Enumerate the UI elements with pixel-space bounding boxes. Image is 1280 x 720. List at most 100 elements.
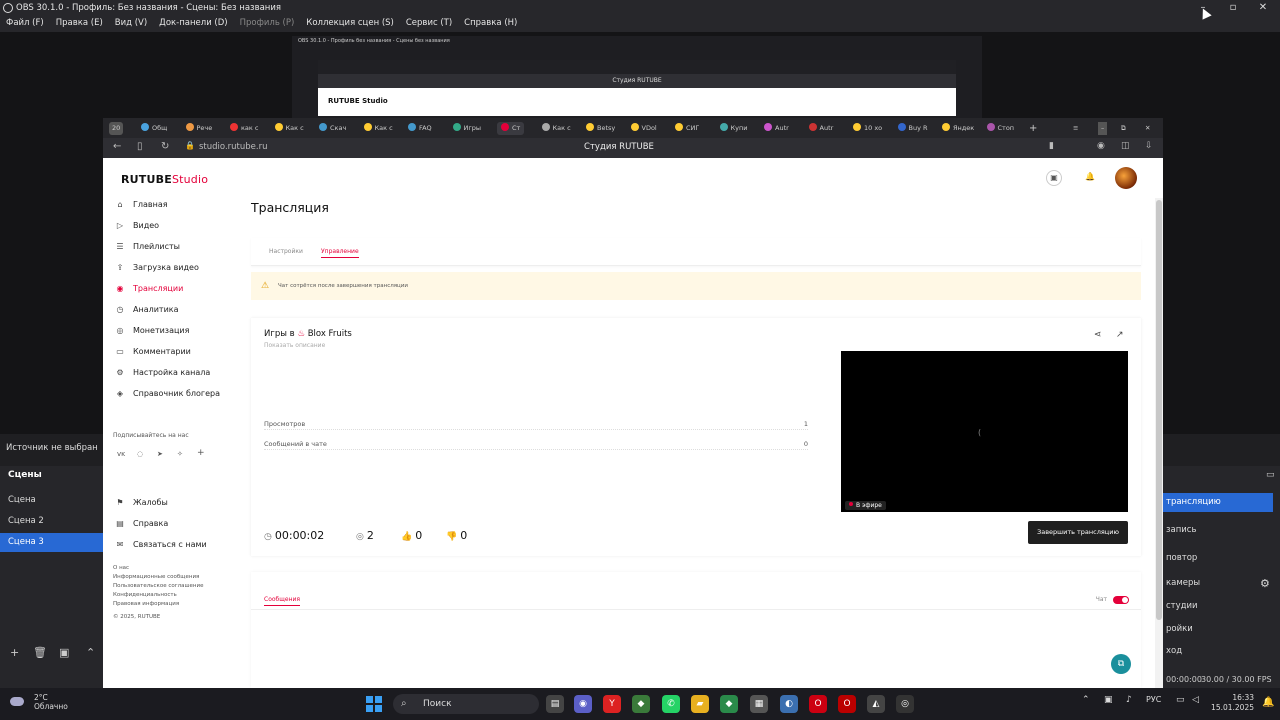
browser-tab[interactable]: Общ (141, 122, 167, 135)
browser-tab[interactable]: Яндек (942, 122, 974, 135)
menu-edit[interactable]: Правка (E) (50, 16, 109, 31)
avatar[interactable] (1115, 167, 1137, 189)
browser-tab[interactable]: Рече (185, 122, 212, 135)
sidebar-item-comments[interactable]: ▭ Комментарии (115, 345, 191, 359)
start-streaming-button[interactable]: трансляцию (1163, 493, 1273, 512)
browser-tab[interactable]: FAQ (408, 122, 432, 135)
stream-player[interactable]: ( В эфире (841, 351, 1128, 512)
tab-menu-icon[interactable]: ≡ (1073, 122, 1078, 135)
start-button[interactable] (366, 696, 382, 712)
add-scene-icon[interactable]: + (10, 646, 19, 659)
browser-app-icon[interactable]: ◐ (780, 695, 798, 713)
obs-app-icon[interactable]: ◎ (896, 695, 914, 713)
sidebar-item-complaints[interactable]: ⚑ Жалобы (115, 496, 167, 510)
network-icon[interactable]: ▭ (1176, 695, 1185, 705)
browser-tab[interactable]: Купи (719, 122, 747, 135)
sidebar-item-help[interactable]: ▤ Справка (115, 517, 168, 531)
footer-link[interactable]: Правовая информация (113, 600, 179, 609)
taskbar-search[interactable]: ⌕ Поиск (393, 694, 539, 714)
close-icon[interactable]: ✕ (1248, 0, 1278, 16)
new-tab-icon[interactable]: + (1029, 122, 1037, 135)
app-icon[interactable]: ◭ (867, 695, 885, 713)
browser-close-icon[interactable]: ✕ (1145, 122, 1150, 135)
sidebar-item-blogger-guide[interactable]: ◈ Справочник блогера (115, 387, 220, 401)
menu-help[interactable]: Справка (H) (458, 16, 523, 31)
browser-minimize-icon[interactable]: – (1098, 122, 1108, 135)
footer-link[interactable]: Конфиденциальность (113, 591, 177, 600)
bell-icon[interactable]: 🔔 (1082, 170, 1098, 186)
menu-docks[interactable]: Док-панели (D) (153, 16, 233, 31)
sidebar-item-home[interactable]: ⌂ Главная (115, 198, 167, 212)
maximize-icon[interactable]: ▫ (1218, 0, 1248, 16)
tray-chevron-icon[interactable]: ⌃ (1082, 695, 1090, 705)
teams-icon[interactable]: ◉ (574, 695, 592, 713)
download-icon[interactable]: ⇩ (1145, 141, 1153, 151)
open-external-icon[interactable]: ↗ (1116, 330, 1124, 340)
record-icon[interactable]: ▣ (1046, 170, 1062, 186)
scene-filters-icon[interactable]: ▣ (59, 646, 69, 659)
menu-view[interactable]: Вид (V) (109, 16, 153, 31)
browser-tab[interactable]: VDol (630, 122, 657, 135)
scene-item[interactable]: Сцена 2 (0, 512, 103, 531)
sidebar-item-contact[interactable]: ✉ Связаться с нами (115, 538, 207, 552)
sidebar-item-monetization[interactable]: ◎ Монетизация (115, 324, 190, 338)
sidebar-item-video[interactable]: ▷ Видео (115, 219, 159, 233)
browser-tab[interactable]: Autr (808, 122, 833, 135)
scene-item-selected[interactable]: Сцена 3 (0, 533, 103, 552)
footer-link[interactable]: Информационные сообщения (113, 573, 199, 582)
share-icon[interactable]: ⋖ (1094, 330, 1102, 340)
browser-tab[interactable]: как с (230, 122, 258, 135)
tray-app-icon[interactable]: ▣ (1104, 695, 1113, 705)
footer-link[interactable]: Пользовательское соглашение (113, 582, 203, 591)
sidebar-item-playlists[interactable]: ☰ Плейлисты (115, 240, 180, 254)
delete-scene-icon[interactable]: 🗑 (33, 646, 47, 659)
menu-scene-collection[interactable]: Коллекция сцен (S) (300, 16, 400, 31)
whatsapp-icon[interactable]: ✆ (662, 695, 680, 713)
dzen-icon[interactable]: ✧ (177, 450, 183, 458)
end-stream-button[interactable]: Завершить трансляцию (1028, 521, 1128, 544)
replay-buffer-button[interactable]: повтор (1163, 549, 1273, 568)
telegram-icon[interactable]: ➤ (157, 450, 163, 458)
show-description-link[interactable]: Показать описание (264, 342, 325, 349)
file-explorer-icon[interactable]: ▰ (691, 695, 709, 713)
tab-management[interactable]: Управление (321, 248, 359, 258)
browser-tab[interactable]: Как с (363, 122, 393, 135)
extensions-icon[interactable]: ◉ (1097, 141, 1105, 151)
footer-link[interactable]: О нас (113, 564, 129, 573)
browser-tab[interactable]: Стоп (986, 122, 1014, 135)
more-social-icon[interactable]: + (197, 448, 205, 458)
scene-item[interactable]: Сцена (0, 491, 103, 510)
mic-icon[interactable]: ♪ (1126, 695, 1132, 705)
sidebar-item-upload[interactable]: ⇪ Загрузка видео (115, 261, 199, 275)
start-recording-button[interactable]: запись (1163, 521, 1273, 540)
menu-file[interactable]: Файл (F) (0, 16, 50, 31)
browser-tab[interactable]: Buy R (897, 122, 928, 135)
exit-button[interactable]: ход (1163, 642, 1273, 661)
browser-tab[interactable]: СИГ (675, 122, 699, 135)
tab-messages[interactable]: Сообщения (264, 596, 301, 606)
sidebar-item-channel-settings[interactable]: ⚙ Настройка канала (115, 366, 210, 380)
ok-icon[interactable]: ◌ (137, 450, 143, 458)
browser-tab[interactable]: 10 хо (853, 122, 882, 135)
opera-icon[interactable]: O (809, 695, 827, 713)
virtual-camera-button[interactable]: камеры (1163, 574, 1273, 593)
studio-mode-button[interactable]: студии (1163, 597, 1273, 616)
support-chat-icon[interactable]: ⧉ (1111, 654, 1131, 674)
chat-toggle[interactable] (1113, 596, 1129, 604)
sidebar-icon[interactable]: ◫ (1121, 141, 1130, 151)
menu-profile[interactable]: Профиль (P) (234, 16, 301, 31)
opera-gx-icon[interactable]: O (838, 695, 856, 713)
language-indicator[interactable]: РУС (1146, 695, 1161, 704)
browser-tab[interactable]: Betsy (586, 122, 615, 135)
bookmark-icon[interactable]: ▮ (1049, 141, 1054, 151)
browser-tab[interactable]: Игры (452, 122, 481, 135)
settings-button[interactable]: ройки (1163, 620, 1273, 639)
browser-restore-icon[interactable]: ⧉ (1121, 122, 1126, 135)
browser-tab[interactable]: Скач (319, 122, 346, 135)
yandex-browser-icon[interactable]: Y (603, 695, 621, 713)
app-icon[interactable]: ◆ (632, 695, 650, 713)
browser-tab[interactable]: Autr (764, 122, 789, 135)
page-scrollbar[interactable] (1155, 198, 1163, 688)
tab-settings[interactable]: Настройки (269, 248, 303, 255)
sidebar-item-broadcasts[interactable]: ◉ Трансляции (115, 282, 184, 296)
